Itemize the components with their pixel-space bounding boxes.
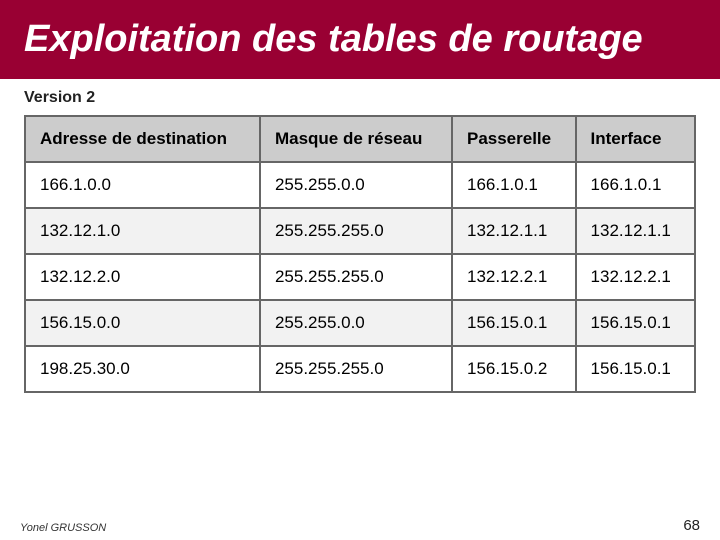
col-header-mask: Masque de réseau — [260, 116, 452, 162]
table-cell: 132.12.2.1 — [452, 254, 576, 300]
footer-page: 68 — [683, 517, 700, 534]
table-header-row: Adresse de destination Masque de réseau … — [25, 116, 695, 162]
table-cell: 132.12.2.0 — [25, 254, 260, 300]
version-label: Version 2 — [0, 79, 720, 115]
table-cell: 156.15.0.1 — [576, 300, 695, 346]
page-title: Exploitation des tables de routage — [24, 18, 696, 61]
table-cell: 132.12.2.1 — [576, 254, 695, 300]
table-cell: 255.255.0.0 — [260, 162, 452, 208]
table-cell: 132.12.1.1 — [576, 208, 695, 254]
table-cell: 255.255.255.0 — [260, 254, 452, 300]
footer: Yonel GRUSSON 68 — [0, 511, 720, 540]
table-cell: 132.12.1.1 — [452, 208, 576, 254]
table-cell: 156.15.0.0 — [25, 300, 260, 346]
table-cell: 132.12.1.0 — [25, 208, 260, 254]
col-header-gateway: Passerelle — [452, 116, 576, 162]
table-cell: 166.1.0.0 — [25, 162, 260, 208]
table-cell: 255.255.255.0 — [260, 208, 452, 254]
footer-author: Yonel GRUSSON — [20, 522, 106, 534]
table-cell: 255.255.0.0 — [260, 300, 452, 346]
table-row: 198.25.30.0255.255.255.0156.15.0.2156.15… — [25, 346, 695, 392]
table-cell: 198.25.30.0 — [25, 346, 260, 392]
col-header-destination: Adresse de destination — [25, 116, 260, 162]
table-row: 132.12.1.0255.255.255.0132.12.1.1132.12.… — [25, 208, 695, 254]
table-cell: 156.15.0.1 — [576, 346, 695, 392]
table-row: 166.1.0.0255.255.0.0166.1.0.1166.1.0.1 — [25, 162, 695, 208]
routing-table: Adresse de destination Masque de réseau … — [24, 115, 696, 393]
table-cell: 166.1.0.1 — [576, 162, 695, 208]
page: Exploitation des tables de routage Versi… — [0, 0, 720, 540]
table-cell: 166.1.0.1 — [452, 162, 576, 208]
col-header-interface: Interface — [576, 116, 695, 162]
header: Exploitation des tables de routage — [0, 0, 720, 79]
table-row: 132.12.2.0255.255.255.0132.12.2.1132.12.… — [25, 254, 695, 300]
table-cell: 156.15.0.2 — [452, 346, 576, 392]
table-row: 156.15.0.0255.255.0.0156.15.0.1156.15.0.… — [25, 300, 695, 346]
table-cell: 156.15.0.1 — [452, 300, 576, 346]
table-cell: 255.255.255.0 — [260, 346, 452, 392]
table-container: Adresse de destination Masque de réseau … — [0, 115, 720, 511]
